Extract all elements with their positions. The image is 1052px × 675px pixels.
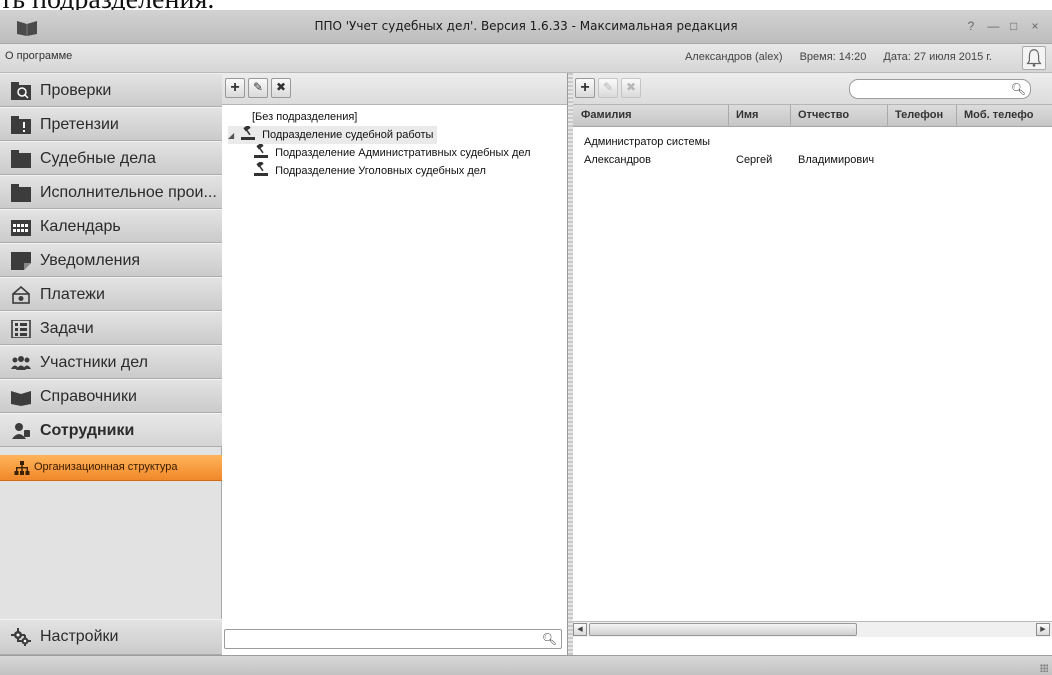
- menubar: О программе Александров (alex) Время: 14…: [0, 44, 1052, 73]
- folder-icon: [11, 184, 31, 202]
- org-tree-panel: + ✎ ✖ [Без подразделения] ◢ Подразделени…: [222, 73, 568, 655]
- sidebar-item-notifications[interactable]: Уведомления: [0, 243, 222, 277]
- menu-about[interactable]: О программе: [5, 50, 72, 62]
- employee-icon: [12, 423, 30, 439]
- window-title: ППО 'Учет судебных дел'. Версия 1.6.33 -…: [314, 19, 738, 33]
- sidebar-item-reference-books[interactable]: Справочники: [0, 379, 222, 413]
- sidebar-item-label: Сотрудники: [40, 422, 135, 439]
- folder-icon: [11, 150, 31, 168]
- window-titlebar: ППО 'Учет судебных дел'. Версия 1.6.33 -…: [0, 10, 1052, 44]
- column-header-phone[interactable]: Телефон: [895, 109, 943, 121]
- current-date: Дата: 27 июля 2015 г.: [883, 51, 992, 63]
- org-structure-icon: [14, 461, 30, 475]
- column-header-mobile[interactable]: Моб. телефо: [964, 109, 1033, 121]
- column-header-patronymic[interactable]: Отчество: [798, 109, 849, 121]
- sidebar-item-label: Исполнительное прои...: [40, 184, 217, 201]
- scroll-right-icon[interactable]: ▶: [1036, 623, 1050, 636]
- sidebar-item-tasks[interactable]: Задачи: [0, 311, 222, 345]
- sidebar-item-label: Проверки: [40, 82, 112, 99]
- sidebar-item-claims[interactable]: Претензии: [0, 107, 222, 141]
- staff-panel: + ✎ ✖ 🔍︎ Фамилия Имя Отчество Телефон Мо…: [573, 73, 1052, 655]
- gavel-icon: [254, 144, 268, 158]
- sidebar-item-label: Участники дел: [40, 354, 148, 371]
- minimize-button[interactable]: —: [987, 19, 1001, 33]
- tree-node-no-department[interactable]: [Без подразделения]: [252, 108, 357, 126]
- tree-node-label: Подразделение Уголовных судебных дел: [275, 165, 486, 177]
- scroll-thumb[interactable]: [589, 623, 857, 636]
- tree-node-label: Подразделение Административных судебных …: [275, 147, 531, 159]
- sidebar-item-employees[interactable]: Сотрудники: [0, 413, 222, 447]
- staff-toolbar: + ✎ ✖ 🔍︎: [573, 73, 1052, 105]
- horizontal-scrollbar[interactable]: ◀ ▶: [573, 621, 1052, 637]
- sidebar-item-label: Настройки: [40, 628, 119, 645]
- sidebar-item-label: Уведомления: [40, 252, 141, 269]
- staff-search-input[interactable]: 🔍︎: [849, 79, 1031, 99]
- sidebar-item-label: Платежи: [40, 286, 105, 303]
- delete-employee-button[interactable]: ✖: [621, 78, 641, 98]
- clipped-document-text: ть подразделения.: [0, 0, 214, 10]
- folder-alert-icon: [11, 116, 31, 134]
- gears-icon: [11, 628, 31, 646]
- scroll-left-icon[interactable]: ◀: [573, 623, 587, 636]
- search-icon[interactable]: 🔍︎: [1011, 82, 1026, 96]
- folder-search-icon: [11, 82, 31, 100]
- gavel-icon: [241, 126, 256, 140]
- sidebar-item-label: Календарь: [40, 218, 121, 235]
- current-user: Александров (alex): [684, 51, 783, 63]
- tree-search-input[interactable]: 🔍︎: [224, 629, 562, 649]
- window-controls: ? — □ ×: [966, 19, 1044, 33]
- delete-department-button[interactable]: ✖: [271, 78, 291, 98]
- current-time: Время: 14:20: [799, 51, 867, 63]
- participants-icon: [11, 356, 31, 370]
- sidebar-item-court-cases[interactable]: Судебные дела: [0, 141, 222, 175]
- cell-surname: Администратор системы: [584, 136, 711, 148]
- sidebar-item-org-structure[interactable]: Организационная структура: [0, 455, 222, 481]
- sidebar: Проверки Претензии Судебные дела Исполни…: [0, 73, 222, 655]
- tree-node-criminal-cases[interactable]: Подразделение Уголовных судебных дел: [254, 162, 486, 180]
- sidebar-item-participants[interactable]: Участники дел: [0, 345, 222, 379]
- tree-node-label: [Без подразделения]: [252, 111, 358, 123]
- edit-department-button[interactable]: ✎: [248, 78, 268, 98]
- resize-grip-icon[interactable]: [1040, 664, 1048, 672]
- help-button[interactable]: ?: [966, 19, 980, 33]
- sidebar-item-label: Справочники: [40, 388, 137, 405]
- calendar-icon: [11, 220, 31, 236]
- cell-name: Сергей: [736, 154, 773, 166]
- tree-node-judicial-work[interactable]: ◢ Подразделение судебной работы: [228, 126, 438, 145]
- sidebar-item-checks[interactable]: Проверки: [0, 73, 222, 107]
- column-header-name[interactable]: Имя: [736, 109, 758, 121]
- cell-surname: Александров: [584, 154, 651, 166]
- search-icon[interactable]: 🔍︎: [542, 632, 557, 646]
- collapse-arrow-icon[interactable]: ◢: [228, 127, 238, 145]
- notification-icon: [11, 252, 31, 270]
- edit-employee-button[interactable]: ✎: [598, 78, 618, 98]
- maximize-button[interactable]: □: [1009, 19, 1023, 33]
- status-bar: [0, 655, 1052, 675]
- sidebar-item-calendar[interactable]: Календарь: [0, 209, 222, 243]
- column-header-surname[interactable]: Фамилия: [581, 109, 632, 121]
- tree-toolbar: + ✎ ✖: [222, 73, 567, 105]
- cell-patronymic: Владимирович: [798, 154, 875, 166]
- bell-icon: [1026, 49, 1042, 67]
- sidebar-item-enforcement[interactable]: Исполнительное прои...: [0, 175, 222, 209]
- notifications-button[interactable]: [1022, 46, 1046, 70]
- tasks-icon: [11, 320, 31, 338]
- close-button[interactable]: ×: [1030, 19, 1044, 33]
- sidebar-item-payments[interactable]: Платежи: [0, 277, 222, 311]
- add-employee-button[interactable]: +: [575, 78, 595, 98]
- tree-node-label: Подразделение судебной работы: [262, 129, 434, 141]
- sidebar-item-settings[interactable]: Настройки: [0, 619, 222, 655]
- add-department-button[interactable]: +: [225, 78, 245, 98]
- sidebar-item-label: Задачи: [40, 320, 94, 337]
- book-icon: [11, 391, 31, 406]
- sidebar-item-label: Судебные дела: [40, 150, 156, 167]
- staff-grid-header: Фамилия Имя Отчество Телефон Моб. телефо: [573, 105, 1052, 127]
- sidebar-item-label: Претензии: [40, 116, 119, 133]
- gavel-icon: [254, 162, 268, 176]
- session-status: Александров (alex) Время: 14:20 Дата: 27…: [671, 51, 992, 63]
- payment-icon: [12, 286, 30, 304]
- sidebar-item-label: Организационная структура: [34, 461, 178, 473]
- tree-node-admin-cases[interactable]: Подразделение Административных судебных …: [254, 144, 531, 162]
